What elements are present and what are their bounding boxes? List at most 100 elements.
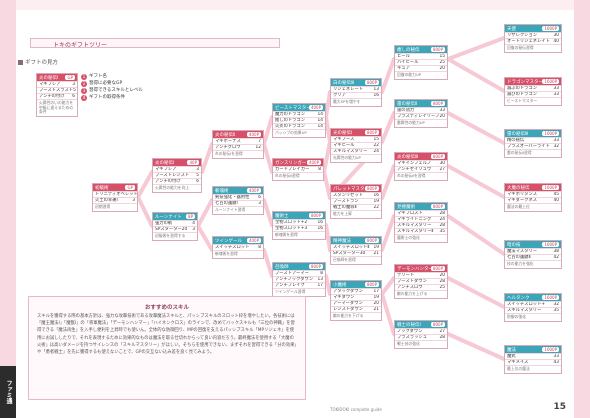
skill-name: アンチノックダウン — [275, 277, 314, 282]
skill-level: 45 — [553, 192, 559, 197]
gift-condition: 初期習得 — [93, 203, 137, 211]
tree-link — [446, 332, 506, 361]
gift-title: 雷の秘伝Ⅱ — [397, 102, 418, 107]
gift-box: ビーストマスター 400P 魔力のドラゴン 14 癒しのドラゴン 14 火炎のドラゴン 14 パ… — [272, 103, 326, 138]
tree-link — [380, 214, 396, 252]
gift-condition: 回復の秘伝習得 — [505, 44, 561, 52]
gift-gp: 1600P — [542, 131, 559, 136]
skill-level: 20 — [439, 273, 445, 278]
skill-level: 15 — [439, 54, 445, 59]
skill-name: 剣技強化・器用性 — [215, 195, 250, 200]
gift-gp: 800P — [308, 213, 323, 218]
gift-condition: 雷の秘伝Ⅱ習得 — [505, 149, 561, 157]
skill-level: 3 — [192, 227, 195, 232]
gift-box: ルーンナイト 8P 強力の斬 4 SPスターター20 3 初級術を習得する — [152, 212, 198, 241]
tree-link — [446, 111, 506, 145]
skill-level: 33 — [439, 108, 445, 113]
skill-name: 魔式 — [507, 354, 516, 359]
gift-condition: 最上位の魔法 — [505, 365, 561, 373]
skill-row: プラスラッシュ 28 — [395, 334, 447, 340]
skill-row: マギホリタンス 45 — [505, 191, 561, 197]
skill-level: 32 — [553, 144, 559, 149]
skill-name: マギライトニング — [397, 217, 432, 222]
skill-level: 6 — [258, 195, 261, 200]
skill-name: アンチスロウ — [397, 285, 423, 290]
gift-box: ドラゴンマスター 1600P 滅ぶのドラゴン 33 滅びのドラゴン 33 ビーストマスター — [504, 77, 562, 106]
skill-name: 宝物スロット+3 — [275, 226, 308, 231]
skill-name: アンチの付け — [155, 179, 181, 184]
skill-level: 21 — [373, 307, 379, 312]
skill-name: スイッチスロット — [215, 245, 250, 250]
skill-name: スイッチスロットⅡ — [333, 245, 370, 250]
skill-row: レジストダウン 21 — [331, 306, 381, 312]
tree-link — [196, 224, 214, 252]
skill-name: スタンリセット — [333, 193, 364, 198]
page-number: 15 — [553, 402, 566, 412]
gift-title: 精神魔法 — [333, 239, 351, 244]
recommend-body: スキルを獲得する際の基本方針は、強力な攻撃技術である攻撃魔法スキルと、パッシブス… — [37, 314, 297, 356]
skill-name: プラスラッシュ — [397, 335, 427, 340]
skill-level: 30 — [553, 33, 559, 38]
skill-level: 21 — [373, 251, 379, 256]
gift-title: 暗の技 — [507, 243, 521, 248]
skill-row: スキルマスタリー 35 — [505, 307, 561, 313]
skill-row: マギフロスト 28 — [395, 210, 447, 216]
skill-name: 魔法マスタリー — [507, 249, 538, 254]
skill-level: 25 — [439, 285, 445, 290]
gift-condition: 能力を上昇 — [331, 210, 381, 218]
gift-box: 魔法 1600P 魔式 33 マギメイス 43 最上位の魔法 — [504, 345, 562, 374]
skill-name: ブーストダウン — [397, 279, 427, 284]
gift-condition: 魔法の最上位 — [505, 203, 561, 211]
skill-level: 28 — [439, 335, 445, 340]
skill-level: 14 — [317, 124, 323, 129]
skill-name: マギボーナス — [215, 139, 241, 144]
skill-name: ガードブレイカー — [275, 167, 310, 172]
skill-name: ブーストレジスト — [155, 173, 190, 178]
gift-title: 雷の秘伝Ⅲ — [507, 132, 529, 137]
skill-level: 32 — [553, 302, 559, 307]
skill-name: 宝物スロット+2 — [275, 220, 308, 225]
skill-level: 3 — [258, 201, 261, 206]
skill-level: 16 — [317, 226, 323, 231]
skill-name: 魔力のドラゴン — [275, 112, 306, 117]
skill-row: ブーストダウン 28 — [395, 278, 447, 284]
recommend-box: おすすめのスキル スキルを獲得する際の基本方針は、強力な攻撃技術である攻撃魔法ス… — [28, 296, 306, 400]
skill-name: アンチブレイク — [275, 283, 305, 288]
skill-level: 16 — [373, 93, 379, 98]
skill-row: 宝物スロット+2 16 — [273, 219, 325, 225]
skill-level: 3 — [132, 198, 135, 203]
gift-condition: 初級術を習得する — [153, 232, 197, 240]
skill-name: マギダウン — [333, 295, 355, 300]
skill-name: マギフレア — [155, 167, 177, 172]
skill-row: 魔法マスタリー 38 — [505, 248, 561, 254]
skill-level: 16 — [317, 220, 323, 225]
gift-title: デーモンハンター — [397, 267, 433, 272]
skill-level: 14 — [317, 118, 323, 123]
gift-gp: 8P — [186, 214, 195, 219]
tree-link — [136, 195, 154, 228]
gift-condition: 敵の能力を下げる — [331, 312, 381, 320]
skill-level: 14 — [317, 112, 323, 117]
skill-name: アンチセイリュウ — [397, 167, 432, 172]
gift-box: 精神魔法 800P スイッチスロットⅡ 19 SPスターター30 21 召喚師を習得 — [330, 236, 382, 265]
skill-level: 28 — [439, 211, 445, 216]
skill-row: SPスターター30 21 — [331, 250, 381, 256]
skill-row: アタックダウン 17 — [331, 288, 381, 294]
gift-gp: 800P — [430, 154, 445, 159]
skill-name: スキルマスタリー — [397, 223, 432, 228]
skill-level: 20 — [373, 301, 379, 306]
gift-box: 光の秘伝Ⅰ 800P マギフース 15 マギヒール 22 スキルマスタリー 24 光属性の能力U… — [330, 128, 382, 163]
tree-link — [446, 164, 506, 199]
skill-name: アーマーダウン — [333, 301, 363, 306]
skill-row: リジェネレート 13 — [331, 86, 381, 92]
gift-box: 炎の秘伝Ⅲ 800P マギインフェルノ 30 アンチセイリュウ 27 炎の秘伝Ⅱを習得 — [394, 152, 448, 181]
skill-name: プラスディレイリーフ — [397, 114, 440, 119]
skill-level: 8 — [320, 271, 323, 276]
skill-name: レジストダウン — [333, 307, 364, 312]
skill-row: アンチグロウ 12 — [213, 144, 263, 150]
skill-level: 42 — [553, 255, 559, 260]
skill-level: 30 — [439, 161, 445, 166]
tree-link — [262, 142, 274, 174]
gift-box: 斬魂術 400P 剣技強化・器用性 6 七百の護鍵Ⅰ 3 ルーンナイト習得 — [212, 186, 264, 215]
skill-name: リジェネレート — [333, 87, 364, 92]
